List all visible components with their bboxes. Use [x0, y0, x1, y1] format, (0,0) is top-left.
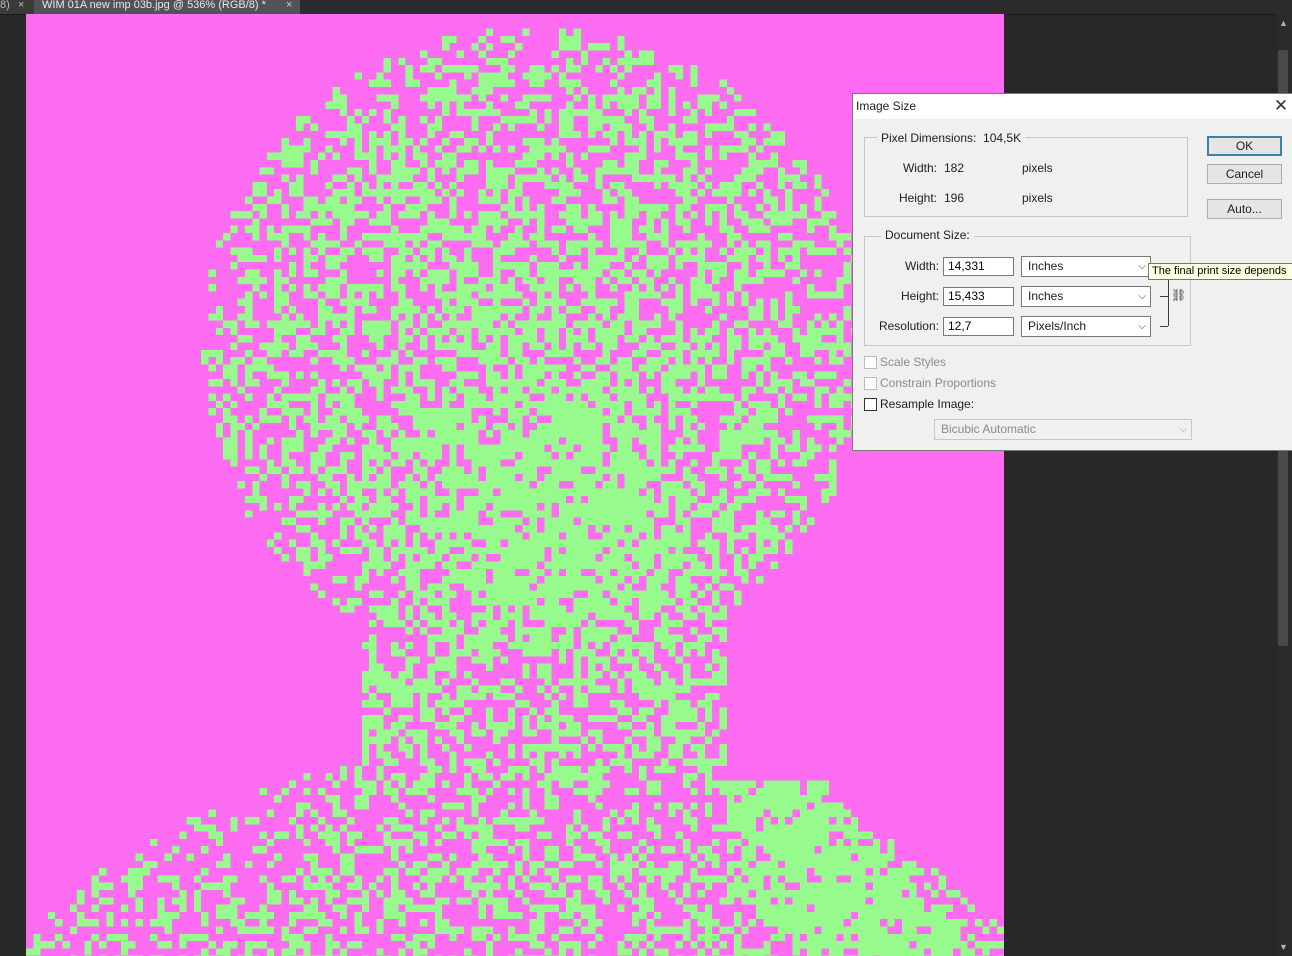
- scroll-up-icon[interactable]: ▲: [1279, 18, 1288, 28]
- tab-label: 8): [0, 0, 10, 11]
- pixel-width-unit: pixels: [1022, 161, 1053, 175]
- constrain-proportions-checkbox[interactable]: [864, 377, 877, 390]
- pixel-dimensions-size: 104,5K: [983, 131, 1022, 145]
- cancel-button[interactable]: Cancel: [1207, 164, 1282, 184]
- close-icon[interactable]: ×: [18, 0, 24, 11]
- ok-button[interactable]: OK: [1207, 136, 1282, 156]
- chevron-down-icon: ⌵: [1138, 321, 1146, 332]
- document-size-legend: Document Size:: [881, 228, 974, 242]
- constrain-proportions-label: Constrain Proportions: [880, 376, 997, 390]
- resample-image-checkbox[interactable]: [864, 398, 877, 411]
- pixel-dimensions-group: [864, 137, 1188, 217]
- link-bracket-vertical: [1168, 274, 1169, 326]
- doc-height-label: Height:: [900, 289, 939, 303]
- link-bracket-top: [1160, 296, 1168, 297]
- pixel-width-value: 182: [944, 161, 965, 175]
- tooltip: The final print size depends: [1148, 263, 1292, 280]
- pixel-width-label: Width:: [902, 161, 937, 175]
- document-tab-bar: 8) × WIM 01A new imp 03b.jpg @ 536% (RGB…: [0, 0, 1292, 15]
- close-icon[interactable]: ✕: [1272, 95, 1290, 117]
- dialog-titlebar[interactable]: Image Size ✕: [853, 94, 1292, 119]
- resolution-input[interactable]: 12,7: [943, 317, 1014, 336]
- scale-styles-label: Scale Styles: [880, 355, 947, 369]
- tab-label: WIM 01A new imp 03b.jpg @ 536% (RGB/8) *: [42, 0, 266, 11]
- doc-width-input[interactable]: 14,331: [943, 257, 1014, 276]
- doc-height-input[interactable]: 15,433: [943, 287, 1014, 306]
- pixel-height-label: Height:: [898, 191, 937, 205]
- pixel-dimensions-legend: Pixel Dimensions: 104,5K: [877, 131, 1026, 145]
- doc-height-unit-select[interactable]: Inches ⌵: [1021, 286, 1151, 307]
- pixel-height-unit: pixels: [1022, 191, 1053, 205]
- auto-button[interactable]: Auto...: [1207, 199, 1282, 219]
- scroll-down-icon[interactable]: ▼: [1279, 942, 1288, 952]
- doc-width-unit-select[interactable]: Inches ⌵: [1021, 256, 1151, 277]
- resolution-unit-select[interactable]: Pixels/Inch ⌵: [1021, 316, 1151, 337]
- tab-previous-document[interactable]: 8) ×: [0, 0, 34, 14]
- doc-width-label: Width:: [904, 259, 939, 273]
- close-icon[interactable]: ×: [286, 0, 292, 11]
- link-bracket-bottom: [1160, 326, 1168, 327]
- pixel-height-value: 196: [944, 191, 965, 205]
- resample-image-label: Resample Image:: [880, 397, 975, 411]
- chevron-down-icon: ⌵: [1138, 291, 1146, 302]
- scale-styles-checkbox[interactable]: [864, 356, 877, 369]
- resample-method-select[interactable]: Bicubic Automatic ⌵: [934, 419, 1192, 440]
- chevron-down-icon: ⌵: [1138, 261, 1146, 272]
- tab-active-document[interactable]: WIM 01A new imp 03b.jpg @ 536% (RGB/8) *…: [34, 0, 300, 14]
- link-icon: ⛓: [1171, 288, 1187, 302]
- chevron-down-icon: ⌵: [1179, 424, 1187, 435]
- resolution-label: Resolution:: [878, 319, 939, 333]
- dialog-title: Image Size: [856, 99, 917, 113]
